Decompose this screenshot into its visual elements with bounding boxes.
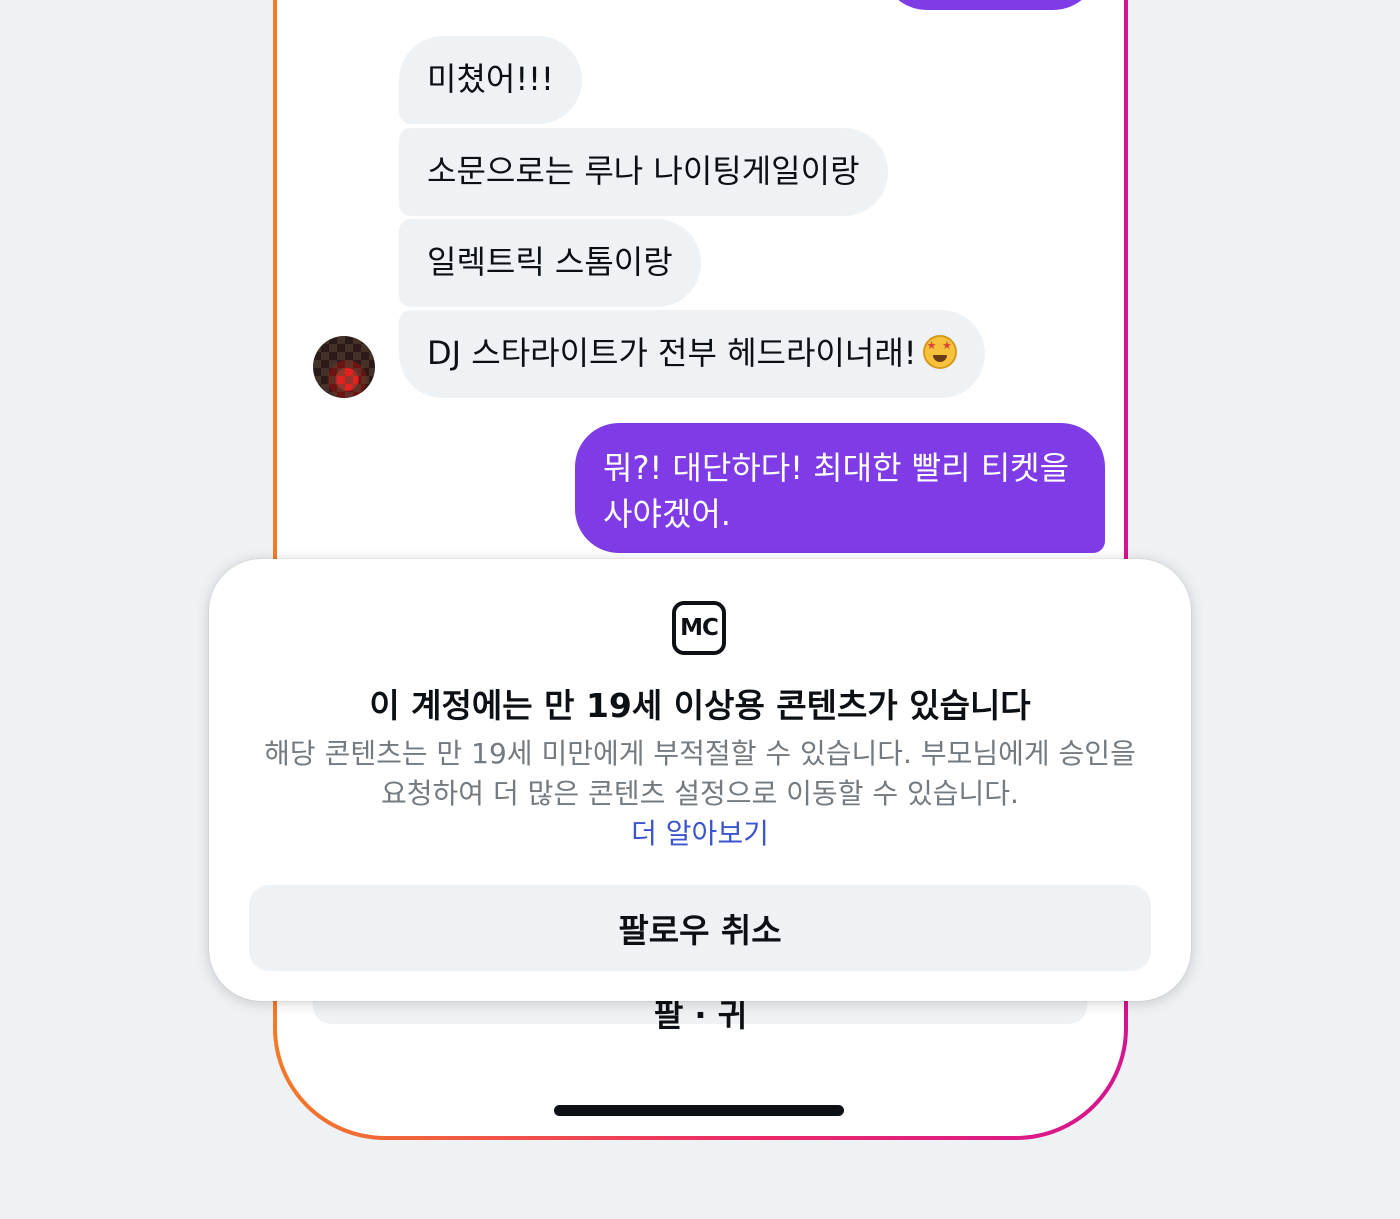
message-text: 일렉트릭 스톰이랑 (427, 243, 673, 281)
received-message-bubble[interactable]: 미쳤어!!! (399, 36, 582, 124)
received-message-bubble[interactable]: 소문으로는 루나 나이팅게일이랑 (399, 128, 888, 216)
dialog-description: 해당 콘텐츠는 만 19세 미만에게 부적절할 수 있습니다. 부모님에게 승인… (264, 737, 1136, 810)
sent-message-bubble-partial[interactable] (881, 0, 1099, 10)
learn-more-link[interactable]: 더 알아보기 (209, 814, 1191, 854)
mature-content-dialog: MC 이 계정에는 만 19세 이상용 콘텐츠가 있습니다 해당 콘텐츠는 만 … (209, 559, 1191, 1001)
message-text: DJ 스타라이트가 전부 헤드라이너래! (427, 334, 917, 372)
sent-message-bubble[interactable]: 뭐?! 대단하다! 최대한 빨리 티켓을 사야겠어. (575, 423, 1105, 553)
received-message-bubble[interactable]: 일렉트릭 스톰이랑 (399, 219, 701, 307)
message-text: 뭐?! 대단하다! 최대한 빨리 티켓을 사야겠어. (603, 449, 1070, 533)
home-indicator (554, 1105, 844, 1116)
mc-mature-content-icon: MC (672, 601, 726, 655)
message-text: 미쳤어!!! (427, 60, 554, 98)
sender-avatar[interactable] (313, 336, 375, 398)
received-message-bubble[interactable]: DJ 스타라이트가 전부 헤드라이너래! (399, 310, 985, 398)
message-text: 소문으로는 루나 나이팅게일이랑 (427, 152, 860, 190)
unfollow-button[interactable]: 팔로우 취소 (249, 885, 1151, 971)
star-struck-emoji-icon (922, 335, 957, 369)
dialog-title: 이 계정에는 만 19세 이상용 콘텐츠가 있습니다 (369, 686, 1031, 725)
